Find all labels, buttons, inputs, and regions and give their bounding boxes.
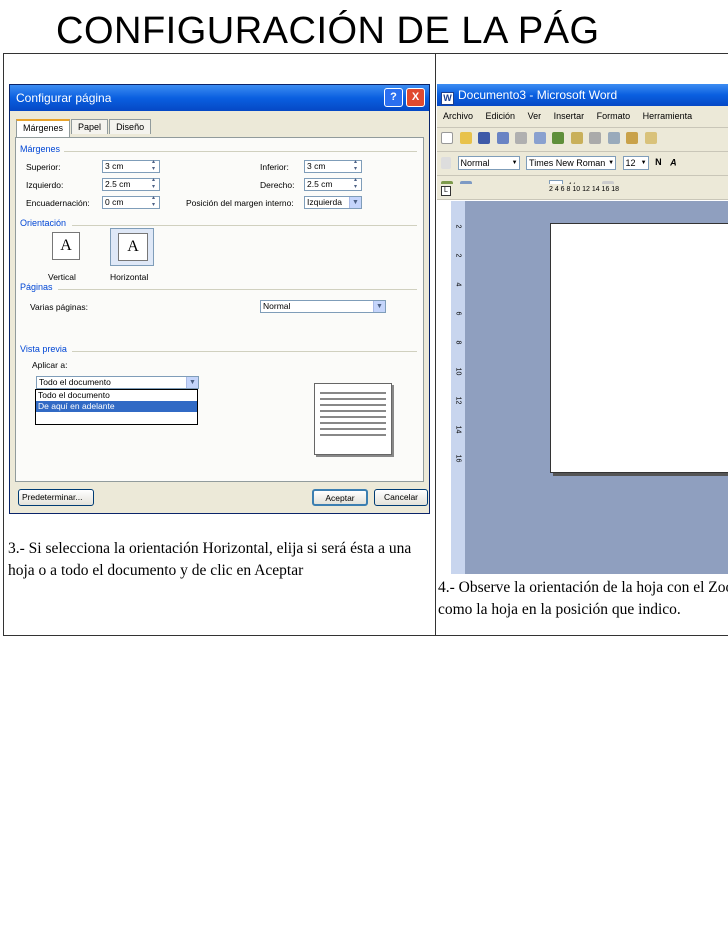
varias-paginas-select[interactable]: Normal ▼ [260,300,386,313]
word-window: W Documento3 - Microsoft Word Archivo Edi… [437,84,728,574]
caption-step-4-line2: como la hoja en la posición que indico. [438,601,681,618]
pages-heading: Páginas [20,282,53,292]
orientation-vertical-option[interactable]: A [44,232,88,270]
izquierdo-label: Izquierdo: [26,180,64,190]
encuadernacion-spinner[interactable]: 0 cm [102,195,160,209]
horizontal-label: Horizontal [110,272,149,282]
save-icon[interactable] [478,132,491,144]
preview-thumbnail [314,383,392,455]
superior-spinner[interactable]: 3 cm [102,159,160,173]
document-area [465,201,728,574]
vertical-ruler: 2 2 4 6 8 10 12 14 16 [451,201,465,574]
menu-edicion[interactable]: Edición [486,111,516,121]
orientation-heading: Orientación [20,218,67,228]
font-size-select[interactable]: 12 ▼ [622,156,649,170]
document-page[interactable] [550,223,728,473]
formatting-toolbar: Normal ▼ Times New Roman ▼ 12 ▼ N A [437,152,728,176]
format-painter-icon[interactable] [644,132,657,144]
spelling-icon[interactable] [552,132,565,144]
dialog-titlebar: Configurar página ? X [10,85,429,111]
encuadernacion-label: Encuadernación: [26,198,90,208]
column-divider [435,54,436,635]
horizontal-ruler: L 2 4 6 8 10 12 14 16 18 [437,184,728,198]
word-app-icon: W [441,92,454,105]
italic-button[interactable]: A [670,157,677,167]
aplicar-dropdown-list: Todo el documento De aquí en adelante [35,389,198,425]
aplicar-select[interactable]: Todo el documento ▼ [36,376,199,389]
ruler-numbers: 2 4 6 8 10 12 14 16 18 [549,186,620,193]
inferior-spinner[interactable]: 3 cm [304,159,362,173]
caption-step-4: 4.- Observe la orientación de la hoja co… [438,577,728,621]
font-select[interactable]: Times New Roman ▼ [526,156,617,170]
research-icon[interactable] [570,132,583,144]
aplicar-label: Aplicar a: [32,360,68,370]
dialog-title: Configurar página [16,91,112,105]
print-icon[interactable] [515,132,528,144]
page-setup-dialog: Configurar página ? X Márgenes Papel Dis… [9,84,430,514]
derecho-label: Derecho: [260,180,295,190]
caption-step-3: 3.- Si selecciona la orientación Horizon… [8,540,412,579]
word-title: Documento3 - Microsoft Word [458,88,618,102]
chevron-down-icon: ▼ [186,377,198,388]
posicion-label: Posición del margen interno: [186,198,294,208]
inferior-label: Inferior: [260,162,289,172]
new-document-icon[interactable] [441,132,453,144]
menu-insertar[interactable]: Insertar [554,111,585,121]
vertical-label: Vertical [48,272,76,282]
tab-selector-icon[interactable]: L [441,186,451,196]
styles-icon[interactable] [441,157,451,169]
permission-icon[interactable] [496,132,509,144]
menu-ver[interactable]: Ver [528,111,542,121]
style-select[interactable]: Normal ▼ [457,156,520,170]
print-preview-icon[interactable] [533,132,546,144]
word-titlebar: W Documento3 - Microsoft Word [437,84,728,106]
tab-margenes[interactable]: Márgenes [16,119,71,138]
word-menubar: Archivo Edición Ver Insertar Formato Her… [437,106,728,128]
menu-archivo[interactable]: Archivo [443,111,473,121]
chevron-down-icon: ▼ [373,301,385,312]
dropdown-option[interactable]: Todo el documento [36,390,197,401]
aceptar-button[interactable]: Aceptar [312,489,368,506]
derecho-spinner[interactable]: 2.5 cm [304,177,362,191]
chevron-down-icon: ▼ [349,197,361,208]
predeterminar-button[interactable]: Predeterminar... [18,489,94,506]
landscape-icon: A [118,233,148,261]
content-table: Configurar página ? X Márgenes Papel Dis… [3,53,728,636]
close-button[interactable]: X [406,88,425,107]
preview-heading: Vista previa [20,344,67,354]
paste-icon[interactable] [626,132,639,144]
superior-label: Superior: [26,162,61,172]
copy-icon[interactable] [607,132,620,144]
menu-formato[interactable]: Formato [597,111,631,121]
izquierdo-spinner[interactable]: 2.5 cm [102,177,160,191]
caption-step-4-line1: 4.- Observe la orientación de la hoja co… [438,579,728,596]
dropdown-option-selected[interactable]: De aquí en adelante [36,401,197,412]
posicion-select[interactable]: Izquierda ▼ [304,196,362,209]
dialog-tabs: Márgenes Papel Diseño [16,119,152,138]
margins-heading: Márgenes [20,144,61,154]
help-button[interactable]: ? [384,88,403,107]
open-folder-icon[interactable] [459,132,472,144]
orientation-horizontal-option[interactable]: A [110,228,154,266]
varias-paginas-label: Varias páginas: [30,302,88,312]
cut-icon[interactable] [589,132,602,144]
standard-toolbar [437,128,728,152]
tab-papel[interactable]: Papel [71,119,109,134]
bold-button[interactable]: N [655,157,662,167]
menu-herramientas[interactable]: Herramienta [643,111,693,121]
slide-title: CONFIGURACIÓN DE LA PÁG [56,10,600,52]
cancelar-button[interactable]: Cancelar [374,489,428,506]
tab-diseno[interactable]: Diseño [109,119,152,134]
portrait-icon: A [52,232,80,260]
